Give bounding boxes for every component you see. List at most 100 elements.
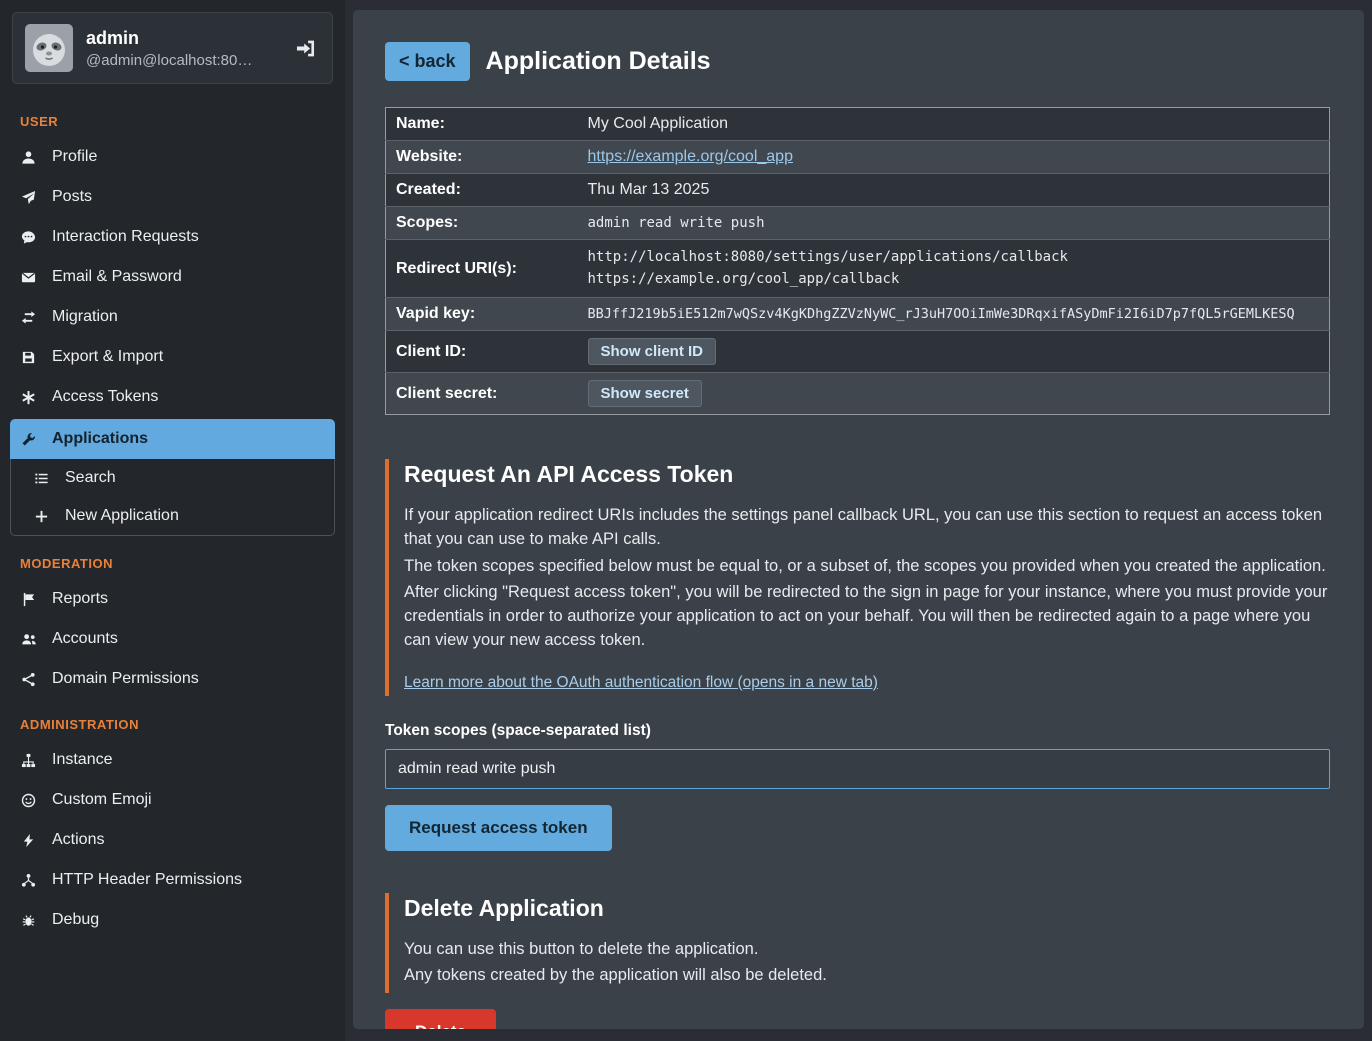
sidebar-item-label: Actions	[52, 831, 104, 849]
oauth-docs-link[interactable]: Learn more about the OAuth authenticatio…	[404, 674, 878, 692]
user-card[interactable]: admin @admin@localhost:80…	[12, 12, 333, 84]
user-handle: @admin@localhost:80…	[86, 52, 252, 69]
applications-submenu: Search New Application	[10, 459, 335, 536]
network-icon	[20, 873, 37, 888]
field-label: Redirect URI(s):	[386, 240, 578, 298]
field-value: admin read write push	[578, 207, 1330, 240]
request-access-token-button[interactable]: Request access token	[385, 805, 612, 851]
sidebar-nav-moderation: Reports Accounts Domain Permissions	[0, 579, 345, 699]
envelope-icon	[20, 270, 37, 285]
table-row-vapid-key: Vapid key: BBJffJ219b5iE512m7wQSzv4KgKDh…	[386, 298, 1330, 331]
sidebar-item-label: New Application	[65, 507, 179, 525]
sidebar-item-label: Interaction Requests	[52, 228, 199, 246]
delete-button[interactable]: Delete	[385, 1009, 496, 1029]
flag-icon	[20, 592, 37, 607]
token-section-title: Request An API Access Token	[404, 461, 1330, 488]
sidebar-item-label: Instance	[52, 751, 112, 769]
back-button[interactable]: < back	[385, 42, 470, 81]
delete-section-line: Any tokens created by the application wi…	[404, 963, 1330, 987]
token-scopes-input[interactable]	[385, 749, 1330, 789]
field-value: My Cool Application	[578, 108, 1330, 141]
comment-dots-icon	[20, 230, 37, 245]
bolt-icon	[20, 833, 37, 848]
sidebar-item-posts[interactable]: Posts	[0, 177, 345, 217]
delete-section-title: Delete Application	[404, 895, 1330, 922]
avatar	[25, 24, 73, 72]
application-details-table: Name: My Cool Application Website: https…	[385, 107, 1330, 415]
sidebar-item-applications-search[interactable]: Search	[11, 459, 334, 497]
field-label: Created:	[386, 174, 578, 207]
field-label: Client ID:	[386, 331, 578, 373]
sidebar-item-label: Search	[65, 469, 116, 487]
sidebar-item-label: Posts	[52, 188, 92, 206]
sidebar-item-label: Profile	[52, 148, 97, 166]
main-content: < back Application Details Name: My Cool…	[353, 10, 1364, 1029]
sidebar-item-label: Access Tokens	[52, 388, 158, 406]
sidebar-item-label: Applications	[52, 430, 148, 448]
table-row-website: Website: https://example.org/cool_app	[386, 141, 1330, 174]
field-value: Thu Mar 13 2025	[578, 174, 1330, 207]
sidebar: admin @admin@localhost:80… USER Profile …	[0, 0, 345, 1041]
table-row-client-id: Client ID: Show client ID	[386, 331, 1330, 373]
sitemap-icon	[20, 753, 37, 768]
section-label-moderation: MODERATION	[0, 538, 345, 579]
sidebar-item-interaction-requests[interactable]: Interaction Requests	[0, 217, 345, 257]
field-label: Client secret:	[386, 373, 578, 415]
show-secret-button[interactable]: Show secret	[588, 380, 702, 407]
token-section-paragraph: The token scopes specified below must be…	[404, 554, 1330, 578]
sidebar-item-instance[interactable]: Instance	[0, 740, 345, 780]
table-row-client-secret: Client secret: Show secret	[386, 373, 1330, 415]
field-label: Name:	[386, 108, 578, 141]
table-row-scopes: Scopes: admin read write push	[386, 207, 1330, 240]
sidebar-item-reports[interactable]: Reports	[0, 579, 345, 619]
tools-icon	[20, 432, 37, 447]
sidebar-item-applications[interactable]: Applications	[10, 419, 335, 459]
sidebar-item-label: Accounts	[52, 630, 118, 648]
bug-icon	[20, 913, 37, 928]
sign-out-icon	[295, 38, 316, 59]
logout-button[interactable]	[291, 34, 320, 63]
token-scopes-label: Token scopes (space-separated list)	[385, 722, 1330, 740]
field-label: Vapid key:	[386, 298, 578, 331]
sidebar-item-access-tokens[interactable]: Access Tokens	[0, 377, 345, 417]
sidebar-item-new-application[interactable]: New Application	[11, 497, 334, 535]
sidebar-item-email-password[interactable]: Email & Password	[0, 257, 345, 297]
applications-group: Applications Search New Application	[10, 419, 335, 536]
redirect-uri-1: http://localhost:8080/settings/user/appl…	[588, 247, 1320, 269]
table-row-created: Created: Thu Mar 13 2025	[386, 174, 1330, 207]
sidebar-item-domain-permissions[interactable]: Domain Permissions	[0, 659, 345, 699]
show-client-id-button[interactable]: Show client ID	[588, 338, 717, 365]
token-request-section: Request An API Access Token If your appl…	[385, 459, 1330, 695]
sidebar-item-accounts[interactable]: Accounts	[0, 619, 345, 659]
section-label-user: USER	[0, 96, 345, 137]
sidebar-item-custom-emoji[interactable]: Custom Emoji	[0, 780, 345, 820]
section-label-administration: ADMINISTRATION	[0, 699, 345, 740]
paper-plane-icon	[20, 190, 37, 205]
sidebar-item-migration[interactable]: Migration	[0, 297, 345, 337]
sidebar-item-http-header-permissions[interactable]: HTTP Header Permissions	[0, 860, 345, 900]
username: admin	[86, 28, 252, 49]
sidebar-item-profile[interactable]: Profile	[0, 137, 345, 177]
sidebar-item-export-import[interactable]: Export & Import	[0, 337, 345, 377]
sidebar-item-label: Domain Permissions	[52, 670, 199, 688]
sidebar-item-label: Export & Import	[52, 348, 163, 366]
website-link[interactable]: https://example.org/cool_app	[588, 148, 793, 165]
sidebar-nav-administration: Instance Custom Emoji Actions HTTP Heade…	[0, 740, 345, 940]
smile-icon	[20, 793, 37, 808]
redirect-uri-2: https://example.org/cool_app/callback	[588, 269, 1320, 291]
sidebar-item-debug[interactable]: Debug	[0, 900, 345, 940]
field-value: BBJffJ219b5iE512m7wQSzv4KgKDhgZZVzNyWC_r…	[578, 298, 1330, 331]
sidebar-item-actions[interactable]: Actions	[0, 820, 345, 860]
sidebar-item-label: Debug	[52, 911, 99, 929]
field-label: Scopes:	[386, 207, 578, 240]
table-row-name: Name: My Cool Application	[386, 108, 1330, 141]
share-nodes-icon	[20, 672, 37, 687]
table-row-redirect-uris: Redirect URI(s): http://localhost:8080/s…	[386, 240, 1330, 298]
sidebar-nav-user: Profile Posts Interaction Requests Email…	[0, 137, 345, 417]
migration-arrows-icon	[20, 310, 37, 325]
user-icon	[20, 150, 37, 165]
field-label: Website:	[386, 141, 578, 174]
sidebar-item-label: Migration	[52, 308, 118, 326]
list-icon	[33, 471, 50, 486]
delete-section-line: You can use this button to delete the ap…	[404, 937, 1330, 961]
